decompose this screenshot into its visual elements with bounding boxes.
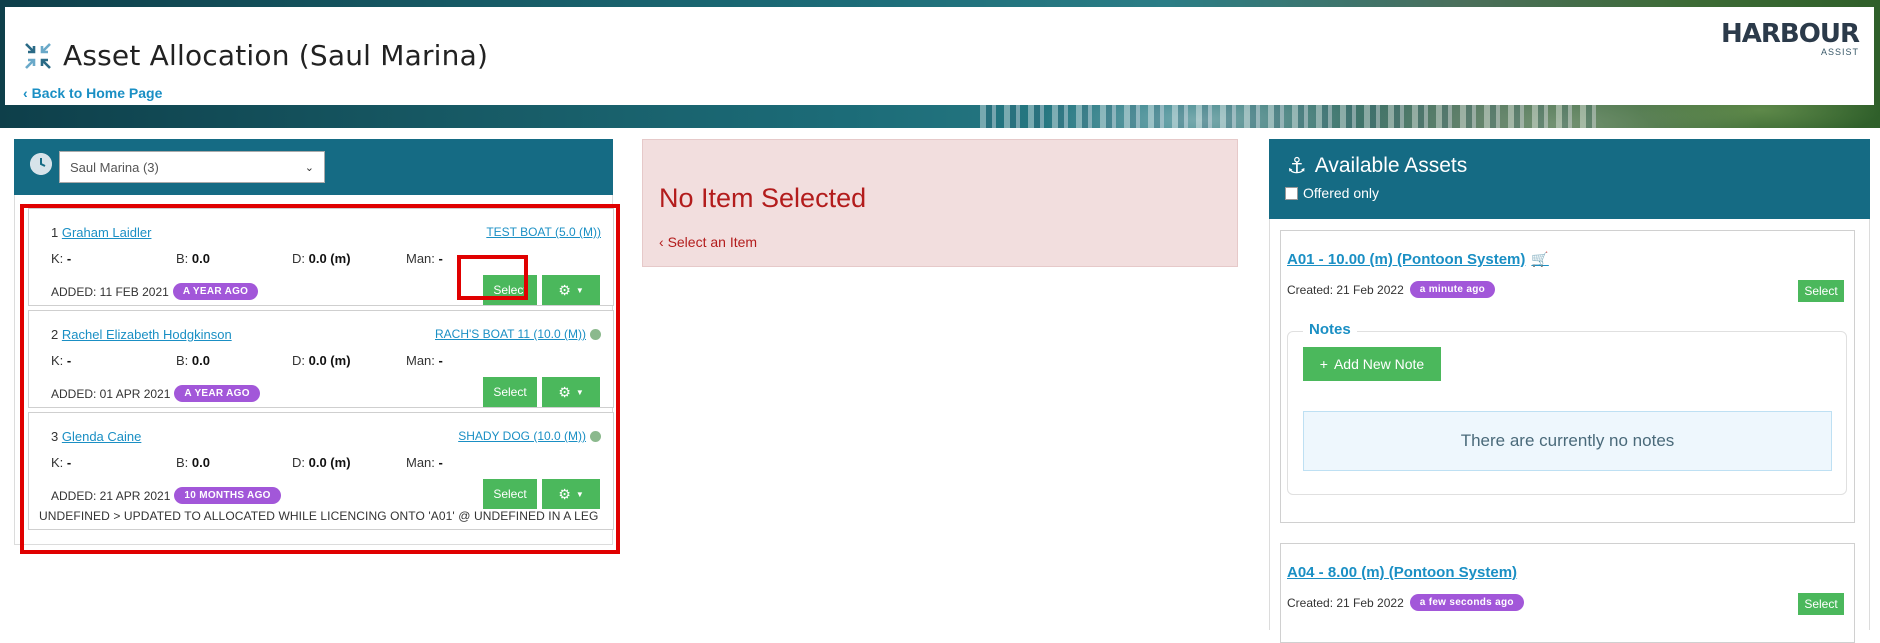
asset-created: Created: 21 Feb 2022 a minute ago [1287,281,1496,298]
asset-created-text: Created: 21 Feb 2022 [1287,595,1404,610]
added-date: ADDED: 21 APR 2021 10 MONTHS AGO [51,487,281,504]
queue-item: 2 Rachel Elizabeth Hodgkinson RACH'S BOA… [28,310,614,408]
add-note-button[interactable]: + Add New Note [1303,347,1441,381]
harbour-assist-logo: HARBOUR ASSIST [1719,19,1860,57]
offered-only-toggle[interactable]: Offered only [1285,185,1379,201]
stat-k: K: - [51,455,72,470]
boat-link-label: RACH'S BOAT 11 (10.0 (M)) [435,327,586,341]
header-card: Asset Allocation (Saul Marina) ‹ Back to … [5,7,1874,105]
anchor-icon: ⚓ [1287,153,1307,178]
logo-main-text: HARBOUR [1721,19,1860,49]
age-badge: A YEAR AGO [172,283,259,300]
asset-created-text: Created: 21 Feb 2022 [1287,282,1404,297]
marina-select[interactable]: Saul Marina (3) ⌄ [59,151,325,183]
asset-card: A04 - 8.00 (m) (Pontoon System) Created:… [1280,543,1855,643]
stat-d: D: 0.0 (m) [292,353,351,368]
caret-down-icon: ▼ [575,489,584,499]
added-date-text: ADDED: 21 APR 2021 [51,488,171,503]
boat-link[interactable]: RACH'S BOAT 11 (10.0 (M)) [435,327,601,341]
asset-title-text: A01 - 10.00 (m) (Pontoon System) [1287,251,1526,268]
caret-down-icon: ▼ [575,387,584,397]
chevron-down-icon: ⌄ [304,161,314,174]
queue-item: 3 Glenda Caine SHADY DOG (10.0 (M)) K: -… [28,412,614,530]
stat-b: B: 0.0 [176,353,210,368]
marina-select-value: Saul Marina (3) [70,159,159,175]
queue-item-index: 2 [51,327,59,342]
asset-title-link[interactable]: A01 - 10.00 (m) (Pontoon System) 🛒 [1287,251,1549,268]
asset-title-link[interactable]: A04 - 8.00 (m) (Pontoon System) [1287,564,1517,581]
boat-link[interactable]: SHADY DOG (10.0 (M)) [458,429,601,443]
stat-d: D: 0.0 (m) [292,251,351,266]
stat-man: Man: - [406,455,443,470]
back-link-label: Back to Home Page [31,85,163,101]
stat-b: B: 0.0 [176,251,210,266]
offered-only-label: Offered only [1303,185,1380,201]
compress-arrows-icon [25,43,51,69]
boat-link-label: TEST BOAT (5.0 (M)) [486,225,601,239]
stat-b: B: 0.0 [176,455,210,470]
caret-down-icon: ▼ [575,285,584,295]
asset-title-text: A04 - 8.00 (m) (Pontoon System) [1287,564,1518,581]
clock-icon [590,430,601,442]
age-badge: a minute ago [1409,281,1496,298]
actions-dropdown-button[interactable]: ⚙ ▼ [542,275,600,305]
boat-link[interactable]: TEST BOAT (5.0 (M)) [486,225,601,239]
gears-icon: ⚙ [558,383,571,400]
detail-panel: No Item Selected ‹ Select an Item [642,139,1238,267]
added-date: ADDED: 11 FEB 2021 A YEAR AGO [51,283,259,300]
stat-d: D: 0.0 (m) [292,455,351,470]
age-badge: a few seconds ago [1409,594,1524,611]
queue-item-name: 2 Rachel Elizabeth Hodgkinson [51,327,232,342]
cart-icon: 🛒 [1531,251,1549,267]
clock-icon [30,153,52,175]
stat-k: K: - [51,353,72,368]
assets-title-text: Available Assets [1314,154,1468,177]
actions-dropdown-button[interactable]: ⚙ ▼ [542,377,600,407]
asset-select-button[interactable]: Select [1798,593,1844,615]
queue-panel-header: Saul Marina (3) ⌄ [14,139,613,195]
offered-only-checkbox[interactable] [1285,186,1298,200]
boat-link-label: SHADY DOG (10.0 (M)) [458,429,586,443]
asset-created: Created: 21 Feb 2022 a few seconds ago [1287,594,1524,611]
select-button[interactable]: Select [483,275,537,305]
select-item-hint-text: Select an Item [667,234,758,250]
assets-panel-header: ⚓ Available Assets Offered only [1269,139,1870,219]
chevron-left-icon: ‹ [23,85,28,101]
added-date-text: ADDED: 01 APR 2021 [51,386,171,401]
allocation-note: UNDEFINED > UPDATED TO ALLOCATED WHILE L… [39,509,599,523]
gears-icon: ⚙ [558,281,571,298]
no-item-title: No Item Selected [659,183,867,213]
add-note-label: Add New Note [1333,356,1425,372]
back-to-home-link[interactable]: ‹ Back to Home Page [23,85,162,101]
age-badge: 10 MONTHS AGO [174,487,281,504]
added-date: ADDED: 01 APR 2021 A YEAR AGO [51,385,260,402]
queue-item-name: 1 Graham Laidler [51,225,151,240]
chevron-left-icon: ‹ [659,234,664,250]
select-button[interactable]: Select [483,377,537,407]
queue-item-index: 3 [51,429,59,444]
asset-select-button[interactable]: Select [1798,280,1844,302]
customer-name-link[interactable]: Glenda Caine [62,429,142,444]
notes-legend: Notes [1303,321,1357,338]
queue-item-name: 3 Glenda Caine [51,429,141,444]
stat-man: Man: - [406,251,443,266]
empty-notes-message: There are currently no notes [1303,411,1832,471]
queue-item-index: 1 [51,225,59,240]
plus-icon: + [1319,356,1328,372]
age-badge: A YEAR AGO [174,385,260,402]
stat-k: K: - [51,251,72,266]
added-date-text: ADDED: 11 FEB 2021 [51,284,169,299]
assets-title: ⚓ Available Assets [1287,153,1467,179]
gears-icon: ⚙ [558,485,571,502]
actions-dropdown-button[interactable]: ⚙ ▼ [542,479,600,509]
page-title: Asset Allocation (Saul Marina) [63,39,489,72]
customer-name-link[interactable]: Rachel Elizabeth Hodgkinson [62,327,232,342]
clock-icon [590,328,601,340]
customer-name-link[interactable]: Graham Laidler [62,225,152,240]
select-button[interactable]: Select [483,479,537,509]
select-item-hint: ‹ Select an Item [659,234,757,250]
queue-item: 1 Graham Laidler TEST BOAT (5.0 (M)) K: … [28,208,614,306]
stat-man: Man: - [406,353,443,368]
